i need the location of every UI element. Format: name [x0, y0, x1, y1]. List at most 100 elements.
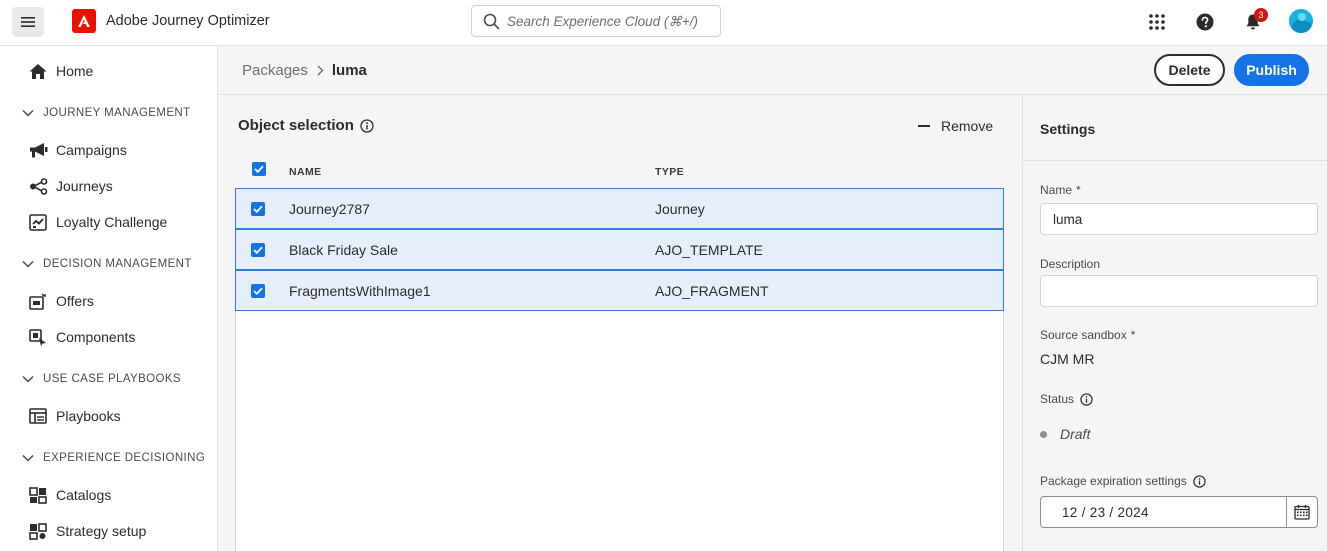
row-name: Journey2787	[289, 201, 370, 217]
date-input[interactable]: 12 / 23 / 2024	[1040, 496, 1286, 528]
catalog-icon	[28, 485, 48, 505]
publish-button[interactable]: Publish	[1234, 54, 1309, 86]
breadcrumb-current: luma	[331, 62, 367, 79]
sidebar-item-label: Campaigns	[56, 142, 127, 158]
adobe-logo[interactable]	[72, 9, 96, 33]
table-body: Journey2787 Journey Black Friday Sale AJ…	[235, 188, 1004, 551]
remove-button[interactable]: Remove	[918, 118, 993, 134]
expiration-date-picker: 12 / 23 / 2024	[1040, 496, 1318, 528]
required-mark: *	[1130, 328, 1136, 342]
sidebar: Home JOURNEY MANAGEMENT Campaigns Journe…	[0, 46, 218, 551]
page-header: Packages luma Delete Publish	[218, 46, 1327, 95]
sidebar-item-offers[interactable]: Offers	[28, 289, 94, 313]
sidebar-item-strategy-setup[interactable]: Strategy setup	[28, 519, 146, 543]
chevron-down-icon	[22, 375, 36, 383]
chevron-down-icon	[22, 260, 36, 268]
strategy-icon	[28, 521, 48, 541]
sidebar-item-label: Catalogs	[56, 487, 112, 503]
chevron-down-icon	[22, 454, 36, 462]
section-title: DECISION MANAGEMENT	[43, 258, 192, 270]
row-checkbox[interactable]	[251, 243, 265, 257]
description-label: Description	[1040, 257, 1100, 271]
check-icon	[253, 205, 263, 213]
notification-badge: 3	[1254, 8, 1268, 22]
sidebar-item-label: Playbooks	[56, 408, 121, 424]
status-dot	[1040, 430, 1047, 438]
status-value: Draft	[1060, 426, 1091, 442]
source-sandbox-label: Source sandbox *	[1040, 328, 1135, 342]
search-input[interactable]	[507, 13, 707, 29]
loyalty-icon	[28, 212, 48, 232]
label-text: Package expiration settings	[1040, 474, 1187, 488]
row-type: Journey	[655, 201, 705, 217]
label-text: Status	[1040, 392, 1075, 406]
section-use-case-playbooks[interactable]: USE CASE PLAYBOOKS	[22, 373, 181, 385]
home-icon	[28, 61, 48, 81]
top-bar: Adobe Journey Optimizer 3	[0, 0, 1327, 46]
row-type: AJO_FRAGMENT	[655, 283, 769, 299]
status-label: Status	[1040, 392, 1093, 406]
section-title: USE CASE PLAYBOOKS	[43, 373, 182, 385]
delete-button[interactable]: Delete	[1154, 54, 1225, 86]
section-title: EXPERIENCE DECISIONING	[43, 452, 206, 464]
sidebar-item-home[interactable]: Home	[28, 59, 93, 83]
sidebar-item-playbooks[interactable]: Playbooks	[28, 404, 121, 428]
remove-label: Remove	[941, 118, 994, 134]
status-indicator: Draft	[1040, 426, 1090, 442]
sidebar-item-campaigns[interactable]: Campaigns	[28, 138, 127, 162]
row-checkbox[interactable]	[251, 202, 265, 216]
expiration-label: Package expiration settings	[1040, 474, 1206, 488]
sidebar-item-label: Components	[56, 329, 136, 345]
column-header-type[interactable]: TYPE	[655, 166, 684, 178]
table-header: NAME TYPE	[235, 157, 1004, 187]
description-field[interactable]	[1040, 275, 1318, 307]
row-name: FragmentsWithImage1	[289, 283, 431, 299]
row-checkbox[interactable]	[251, 284, 265, 298]
offers-icon	[28, 291, 48, 311]
label-text: Source sandbox	[1040, 328, 1127, 342]
sidebar-item-journeys[interactable]: Journeys	[28, 174, 113, 198]
section-decision-management[interactable]: DECISION MANAGEMENT	[22, 258, 192, 270]
section-experience-decisioning[interactable]: EXPERIENCE DECISIONING	[22, 452, 205, 464]
chevron-down-icon	[22, 109, 36, 117]
help-icon[interactable]	[1194, 11, 1216, 33]
minus-icon	[918, 125, 930, 127]
menu-button[interactable]	[12, 7, 44, 37]
section-title: JOURNEY MANAGEMENT	[43, 107, 191, 119]
sidebar-item-label: Loyalty Challenge	[56, 214, 168, 230]
info-icon[interactable]	[1080, 392, 1093, 406]
name-label: Name *	[1040, 183, 1081, 197]
row-type: AJO_TEMPLATE	[655, 242, 763, 258]
calendar-button[interactable]	[1286, 496, 1318, 528]
sidebar-item-loyalty-challenge[interactable]: Loyalty Challenge	[28, 210, 167, 234]
apps-grid-icon[interactable]	[1146, 11, 1168, 33]
column-header-name[interactable]: NAME	[289, 166, 322, 178]
section-heading: Object selection	[238, 117, 354, 134]
sidebar-item-label: Home	[56, 63, 94, 79]
breadcrumb-packages[interactable]: Packages	[242, 62, 308, 79]
playbook-icon	[28, 406, 48, 426]
app-title[interactable]: Adobe Journey Optimizer	[106, 13, 270, 29]
settings-title: Settings	[1040, 121, 1096, 137]
sidebar-item-components[interactable]: Components	[28, 325, 135, 349]
check-icon	[254, 165, 264, 173]
select-all-checkbox[interactable]	[252, 162, 266, 176]
calendar-icon	[1294, 505, 1310, 520]
object-selection-panel: Object selection Remove NAME TYPE Journe…	[218, 95, 1022, 551]
journey-icon	[28, 176, 48, 196]
check-icon	[253, 246, 263, 254]
avatar[interactable]	[1289, 9, 1313, 33]
table-row[interactable]: Black Friday Sale AJO_TEMPLATE	[235, 229, 1004, 270]
search-box[interactable]	[471, 5, 721, 37]
sidebar-item-catalogs[interactable]: Catalogs	[28, 483, 111, 507]
name-field[interactable]	[1040, 203, 1318, 235]
table-row[interactable]: Journey2787 Journey	[235, 188, 1004, 229]
info-icon[interactable]	[360, 118, 374, 133]
search-icon	[483, 13, 500, 30]
info-icon[interactable]	[1193, 474, 1206, 488]
label-text: Name	[1040, 183, 1073, 197]
breadcrumb: Packages luma	[242, 62, 367, 79]
sidebar-item-label: Strategy setup	[56, 523, 147, 539]
section-journey-management[interactable]: JOURNEY MANAGEMENT	[22, 107, 191, 119]
table-row[interactable]: FragmentsWithImage1 AJO_FRAGMENT	[235, 270, 1004, 311]
